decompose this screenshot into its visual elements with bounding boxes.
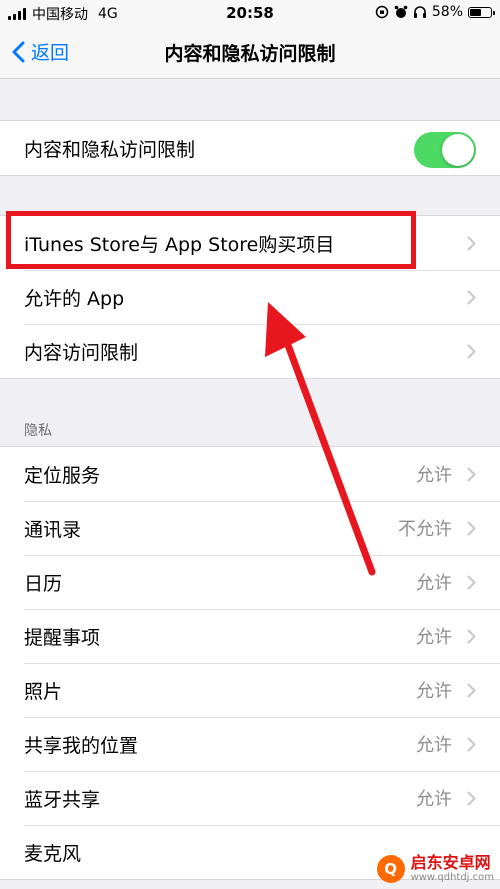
watermark-url: www.qdhtdj.com — [410, 872, 494, 883]
watermark-name: 启东安卓网 — [410, 853, 491, 873]
watermark-text: 启东安卓网 www.qdhtdj.com — [411, 854, 494, 883]
watermark-logo-icon: Q — [376, 854, 405, 883]
annotation-arrow-icon — [265, 302, 376, 576]
watermark: Q 启东安卓网 www.qdhtdj.com — [376, 854, 494, 883]
